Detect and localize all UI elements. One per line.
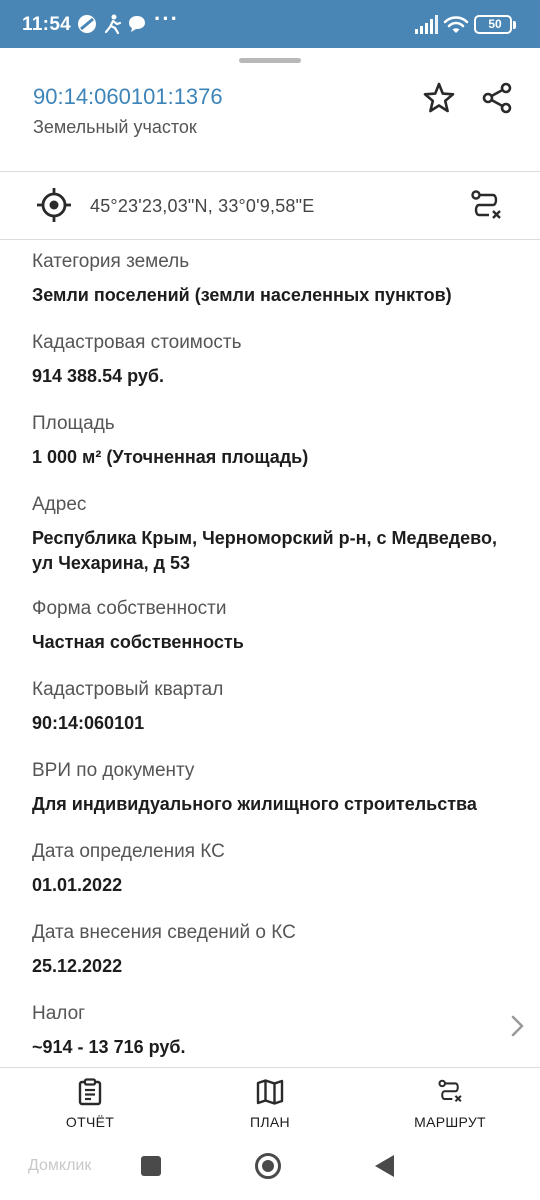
attribute-label: Налог (32, 1003, 86, 1024)
attribute-value: 01.01.2022 (32, 875, 123, 895)
route-button[interactable]: МАРШРУТ (360, 1068, 540, 1140)
attribute-value: Республика Крым, Черноморский р-н, с Мед… (32, 528, 497, 573)
battery-level: 50 (488, 17, 502, 31)
watermark: Домклик (28, 1157, 92, 1174)
signal-icon (415, 15, 438, 34)
plan-button[interactable]: ПЛАН (180, 1068, 360, 1140)
attribute-valuation-date: Дата определения КС 01.01.2022 (32, 840, 512, 898)
divider (0, 239, 540, 240)
report-label: ОТЧЁТ (65, 1114, 115, 1130)
attribute-label: Адрес (32, 494, 87, 515)
cadastral-number[interactable]: 90:14:060101:1376 (33, 84, 223, 110)
attribute-label: Дата определения КС (32, 841, 225, 862)
map-icon (256, 1079, 284, 1105)
sheet-drag-handle[interactable] (239, 58, 301, 63)
attribute-label: Кадастровый квартал (32, 679, 224, 700)
battery-indicator: 50 (474, 15, 516, 34)
screen: 11:54 ··· 50 90:14:060101:1376 Земельный… (0, 0, 540, 1200)
battery-nub (513, 21, 516, 29)
attribute-label: Категория земель (32, 251, 190, 272)
attribute-tax[interactable]: Налог ~914 - 13 716 руб. (32, 1002, 512, 1060)
chat-bubble-icon (129, 16, 145, 32)
attribute-value: 914 388.54 руб. (32, 366, 164, 386)
route-icon (438, 1079, 462, 1103)
attribute-address: Адрес Республика Крым, Черноморский р-н,… (32, 493, 512, 576)
wifi-icon (443, 16, 469, 33)
back-button[interactable] (375, 1155, 394, 1177)
report-button[interactable]: ОТЧЁТ (0, 1068, 180, 1140)
attribute-value: Частная собственность (32, 632, 244, 652)
attribute-label: Площадь (32, 413, 115, 434)
attribute-label: Дата внесения сведений о КС (32, 922, 296, 943)
attribute-area: Площадь 1 000 м² (Уточненная площадь) (32, 412, 512, 470)
clipboard-icon (78, 1078, 102, 1106)
attribute-land-category: Категория земель Земли поселений (земли … (32, 250, 512, 308)
attribute-cadastral-quarter: Кадастровый квартал 90:14:060101 (32, 678, 512, 736)
share-icon[interactable] (479, 80, 515, 116)
route-label: МАРШРУТ (414, 1114, 486, 1130)
do-not-disturb-icon (78, 15, 96, 33)
object-type: Земельный участок (33, 117, 197, 137)
attribute-label: Кадастровая стоимость (32, 332, 242, 353)
activity-icon (104, 14, 122, 35)
bottom-action-bar: ОТЧЁТ ПЛАН МАРШРУТ (0, 1067, 540, 1139)
plan-label: ПЛАН (250, 1114, 290, 1130)
attribute-ownership-form: Форма собственности Частная собственност… (32, 597, 512, 655)
attribute-value: Земли поселений (земли населенных пункто… (32, 285, 452, 305)
attribute-cadastral-value: Кадастровая стоимость 914 388.54 руб. (32, 331, 512, 389)
attribute-label: ВРИ по документу (32, 760, 195, 781)
star-outline-icon[interactable] (421, 80, 457, 116)
chevron-right-icon[interactable] (507, 1014, 527, 1038)
home-button[interactable] (255, 1153, 281, 1179)
attribute-value: 1 000 м² (Уточненная площадь) (32, 447, 309, 467)
attribute-label: Форма собственности (32, 598, 227, 619)
attribute-value: Для индивидуального жилищного строительс… (32, 794, 477, 814)
crosshair-icon[interactable] (36, 187, 72, 223)
attribute-value: 90:14:060101 (32, 713, 145, 733)
attribute-entry-date: Дата внесения сведений о КС 25.12.2022 (32, 921, 512, 979)
coordinates-text[interactable]: 45°23'23,03"N, 33°0'9,58"E (90, 196, 314, 217)
more-notifications: ··· (154, 6, 179, 31)
recents-button[interactable] (141, 1156, 161, 1176)
status-bar: 11:54 ··· 50 (0, 0, 540, 48)
attribute-permitted-use: ВРИ по документу Для индивидуального жил… (32, 759, 512, 817)
system-nav-bar: Домклик (0, 1139, 540, 1200)
attribute-value: 25.12.2022 (32, 956, 123, 976)
coordinates-row: 45°23'23,03"N, 33°0'9,58"E (0, 172, 540, 239)
status-time: 11:54 (22, 14, 72, 35)
route-icon[interactable] (468, 188, 504, 224)
attribute-value: ~914 - 13 716 руб. (32, 1037, 186, 1057)
